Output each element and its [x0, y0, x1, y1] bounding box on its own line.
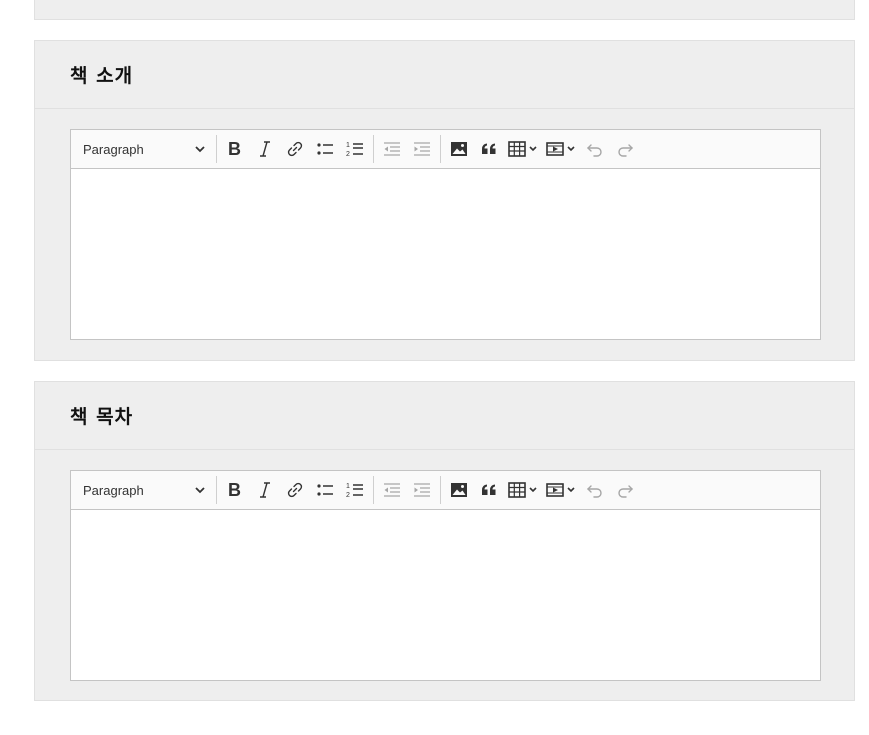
outdent-icon	[384, 142, 400, 156]
book-intro-section: 책 소개 Paragraph B 12	[34, 40, 855, 361]
insert-image-button[interactable]	[444, 134, 474, 164]
redo-icon	[618, 144, 633, 157]
bold-icon: B	[228, 480, 241, 500]
table-icon	[508, 141, 526, 157]
italic-icon	[260, 141, 270, 157]
redo-button[interactable]	[610, 475, 640, 505]
numbered-list-icon: 12	[346, 142, 363, 158]
toolbar-separator	[373, 476, 374, 504]
quote-icon	[482, 143, 496, 154]
heading-dropdown[interactable]: Paragraph	[75, 475, 213, 505]
insert-media-button[interactable]	[542, 134, 580, 164]
bold-button[interactable]: B	[220, 134, 250, 164]
section-title: 책 소개	[70, 65, 134, 87]
previous-section-card	[34, 0, 855, 20]
redo-button[interactable]	[610, 134, 640, 164]
undo-icon	[587, 485, 602, 498]
indent-button[interactable]	[407, 475, 437, 505]
numbered-list-button[interactable]: 12	[340, 134, 370, 164]
undo-icon	[587, 144, 602, 157]
table-icon	[508, 482, 526, 498]
chevron-down-icon	[567, 146, 575, 152]
indent-icon	[414, 142, 430, 156]
italic-button[interactable]	[250, 475, 280, 505]
block-quote-button[interactable]	[474, 475, 504, 505]
numbered-list-button[interactable]: 12	[340, 475, 370, 505]
numbered-list-icon: 12	[346, 483, 363, 499]
bulleted-list-icon	[317, 484, 333, 496]
section-header: 책 소개	[35, 41, 854, 109]
book-intro-editor: Paragraph B 12	[70, 129, 821, 340]
toolbar-separator	[440, 476, 441, 504]
toolbar-separator	[216, 476, 217, 504]
editor-content-area[interactable]	[71, 169, 820, 339]
image-icon	[451, 142, 467, 156]
svg-text:1: 1	[346, 483, 350, 490]
italic-button[interactable]	[250, 134, 280, 164]
book-toc-editor: Paragraph B 12	[70, 470, 821, 681]
svg-text:1: 1	[346, 142, 350, 149]
chevron-down-icon	[195, 146, 205, 153]
svg-text:2: 2	[346, 492, 350, 499]
indent-icon	[414, 483, 430, 497]
section-title: 책 목차	[70, 406, 134, 428]
insert-table-button[interactable]	[504, 134, 542, 164]
heading-dropdown-value: Paragraph	[83, 482, 144, 498]
outdent-icon	[384, 483, 400, 497]
toolbar-separator	[440, 135, 441, 163]
book-toc-section: 책 목차 Paragraph B 12	[34, 381, 855, 701]
chevron-down-icon	[195, 487, 205, 494]
insert-table-button[interactable]	[504, 475, 542, 505]
chevron-down-icon	[529, 146, 537, 152]
toolbar-separator	[216, 135, 217, 163]
editor-toolbar: Paragraph B 12	[71, 471, 820, 510]
section-header: 책 목차	[35, 382, 854, 450]
undo-button[interactable]	[580, 475, 610, 505]
svg-text:B: B	[228, 480, 241, 500]
heading-dropdown-value: Paragraph	[83, 141, 144, 157]
link-icon	[287, 141, 303, 157]
bold-icon: B	[228, 139, 241, 159]
media-icon	[546, 483, 564, 497]
bulleted-list-button[interactable]	[310, 134, 340, 164]
indent-button[interactable]	[407, 134, 437, 164]
link-button[interactable]	[280, 475, 310, 505]
outdent-button[interactable]	[377, 475, 407, 505]
italic-icon	[260, 482, 270, 498]
image-icon	[451, 483, 467, 497]
heading-dropdown[interactable]: Paragraph	[75, 134, 213, 164]
editor-content-area[interactable]	[71, 510, 820, 680]
media-icon	[546, 142, 564, 156]
chevron-down-icon	[529, 487, 537, 493]
chevron-down-icon	[567, 487, 575, 493]
editor-toolbar: Paragraph B 12	[71, 130, 820, 169]
svg-text:2: 2	[346, 151, 350, 158]
bulleted-list-icon	[317, 143, 333, 155]
bold-button[interactable]: B	[220, 475, 250, 505]
redo-icon	[618, 485, 633, 498]
toolbar-separator	[373, 135, 374, 163]
insert-image-button[interactable]	[444, 475, 474, 505]
quote-icon	[482, 484, 496, 495]
undo-button[interactable]	[580, 134, 610, 164]
link-icon	[287, 482, 303, 498]
bulleted-list-button[interactable]	[310, 475, 340, 505]
block-quote-button[interactable]	[474, 134, 504, 164]
insert-media-button[interactable]	[542, 475, 580, 505]
svg-text:B: B	[228, 139, 241, 159]
outdent-button[interactable]	[377, 134, 407, 164]
link-button[interactable]	[280, 134, 310, 164]
